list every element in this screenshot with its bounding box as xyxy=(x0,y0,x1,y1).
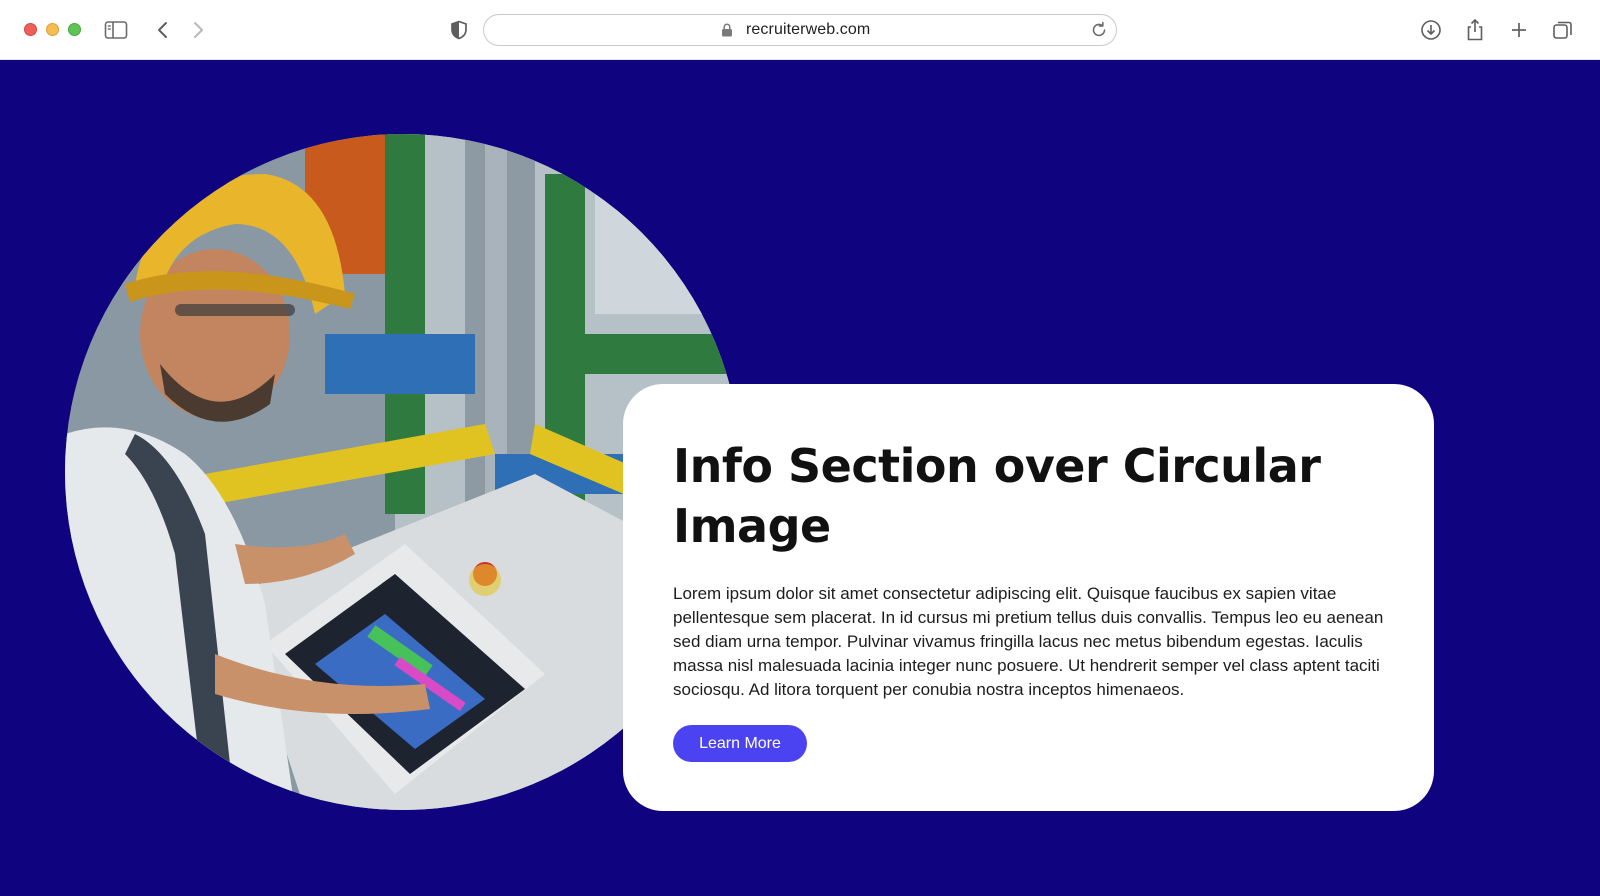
chevron-right-icon[interactable] xyxy=(183,15,213,45)
share-icon[interactable] xyxy=(1460,15,1490,45)
zoom-window-button[interactable] xyxy=(68,23,81,36)
reload-icon[interactable] xyxy=(1090,21,1108,44)
lock-icon xyxy=(721,23,733,42)
learn-more-button[interactable]: Learn More xyxy=(673,725,807,762)
address-bar[interactable]: recruiterweb.com xyxy=(483,14,1117,46)
close-window-button[interactable] xyxy=(24,23,37,36)
page-content: Info Section over Circular Image Lorem i… xyxy=(0,60,1600,896)
plus-icon[interactable] xyxy=(1504,15,1534,45)
minimize-window-button[interactable] xyxy=(46,23,59,36)
info-card-title: Info Section over Circular Image xyxy=(673,439,1321,553)
info-card-body: Lorem ipsum dolor sit amet consectetur a… xyxy=(673,584,1384,699)
sidebar-toggle-icon[interactable] xyxy=(101,15,131,45)
shield-icon[interactable] xyxy=(444,15,474,45)
chevron-left-icon[interactable] xyxy=(148,15,178,45)
address-bar-url: recruiterweb.com xyxy=(746,21,871,38)
info-card: Info Section over Circular Image Lorem i… xyxy=(623,384,1434,811)
tabs-overview-icon[interactable] xyxy=(1548,15,1578,45)
download-icon[interactable] xyxy=(1416,15,1446,45)
browser-toolbar: recruiterweb.com xyxy=(0,0,1600,60)
